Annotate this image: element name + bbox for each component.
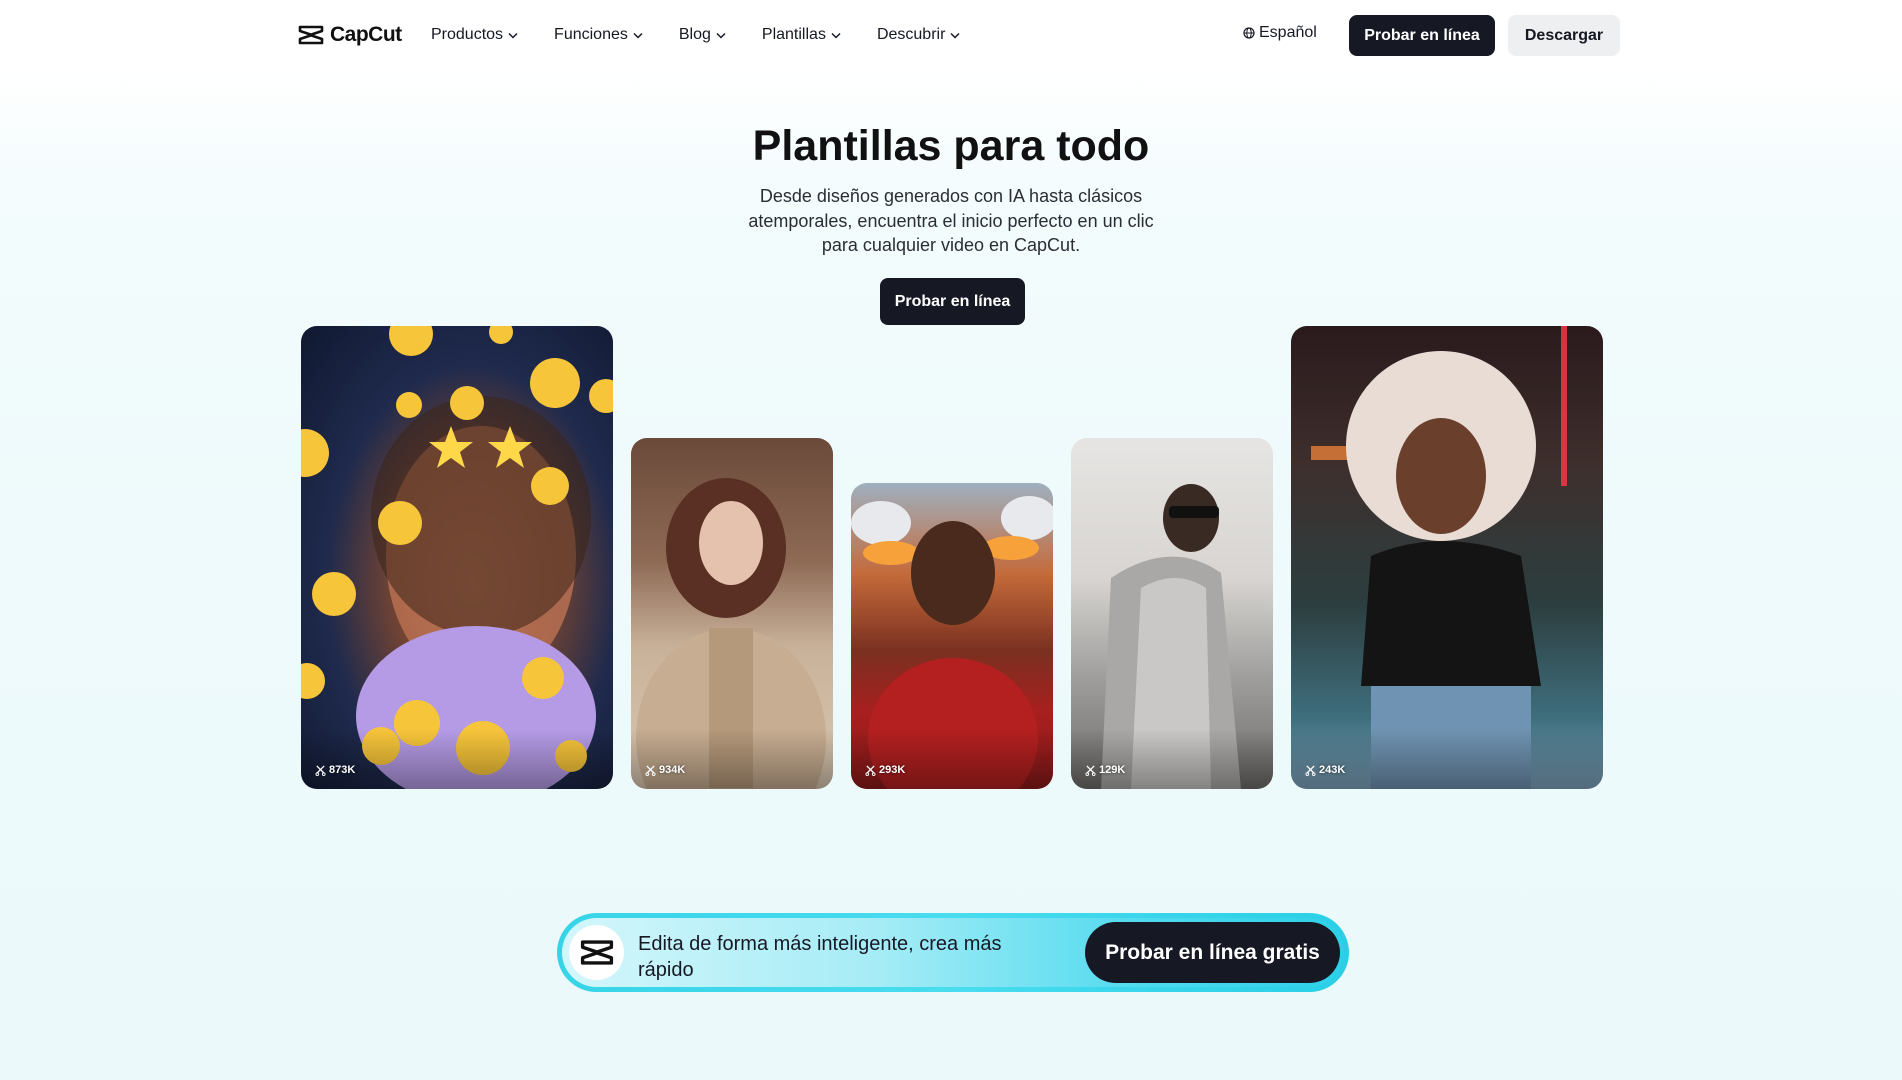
scissors-icon — [1305, 764, 1316, 776]
usage-count-label: 873K — [329, 764, 356, 776]
brand-name: CapCut — [330, 23, 402, 46]
chevron-down-icon — [831, 32, 841, 39]
try-online-free-button[interactable]: Probar en línea gratis — [1085, 922, 1340, 983]
menu-item-label: Blog — [678, 26, 711, 43]
scissors-icon — [1085, 764, 1096, 776]
menu-item-plantillas[interactable]: Plantillas — [762, 26, 841, 44]
template-thumbnail — [1311, 326, 1567, 789]
menu-item-blog[interactable]: Blog — [679, 26, 726, 44]
menu-item-funciones[interactable]: Funciones — [554, 26, 643, 44]
language-label: Español — [1259, 24, 1317, 41]
usage-count-label: 243K — [1319, 764, 1346, 776]
card-shade — [631, 729, 833, 789]
card-shade — [1071, 729, 1273, 789]
template-card-fashion-jacket[interactable]: 129K — [1071, 438, 1273, 789]
language-selector[interactable]: Español — [1243, 24, 1317, 42]
main-menu: Productos Funciones Blog Plantillas Desc… — [431, 0, 996, 70]
try-online-button[interactable]: Probar en línea — [1349, 15, 1495, 56]
template-card-night-portrait[interactable]: 243K — [1291, 326, 1603, 789]
top-navbar: CapCut Productos Funciones Blog Plantill… — [0, 0, 1902, 70]
scissors-icon — [865, 764, 876, 776]
card-shade — [1291, 729, 1603, 789]
template-usage-count: 934K — [645, 764, 685, 776]
chevron-down-icon — [950, 32, 960, 39]
usage-count-label: 934K — [659, 764, 686, 776]
scissors-icon — [645, 764, 656, 776]
template-card-emoji-party[interactable]: 873K — [301, 326, 613, 789]
chevron-down-icon — [633, 32, 643, 39]
hero-try-online-button[interactable]: Probar en línea — [880, 278, 1025, 325]
menu-item-label: Funciones — [554, 26, 628, 43]
globe-icon — [1243, 27, 1255, 39]
capcut-logo-icon — [298, 25, 324, 45]
capcut-logo-badge — [569, 925, 624, 980]
menu-item-label: Plantillas — [761, 26, 826, 43]
template-usage-count: 873K — [315, 764, 355, 776]
card-shade — [301, 729, 613, 789]
usage-count-label: 293K — [879, 764, 906, 776]
capcut-logo[interactable]: CapCut — [298, 22, 402, 48]
chevron-down-icon — [508, 32, 518, 39]
chevron-down-icon — [716, 32, 726, 39]
template-card-renaissance-portrait[interactable]: 934K — [631, 438, 833, 789]
promo-banner: Edita de forma más inteligente, crea más… — [557, 913, 1349, 992]
menu-item-label: Productos — [431, 26, 504, 43]
menu-item-label: Descubrir — [876, 26, 946, 43]
template-usage-count: 129K — [1085, 764, 1125, 776]
template-usage-count: 243K — [1305, 764, 1345, 776]
template-usage-count: 293K — [865, 764, 905, 776]
usage-count-label: 129K — [1099, 764, 1126, 776]
download-button[interactable]: Descargar — [1508, 15, 1620, 56]
card-shade — [851, 729, 1053, 789]
scissors-icon — [315, 764, 326, 776]
template-thumbnail — [301, 326, 613, 789]
page-title: Plantillas para todo — [752, 122, 1150, 170]
menu-item-productos[interactable]: Productos — [431, 26, 518, 44]
promo-banner-text: Edita de forma más inteligente, crea más… — [638, 933, 1002, 981]
promo-banner-inner: Edita de forma más inteligente, crea más… — [562, 918, 1344, 987]
capcut-logo-icon — [580, 940, 613, 965]
menu-item-descubrir[interactable]: Descubrir — [877, 26, 960, 44]
hero-subtitle: Desde diseños generados con IA hasta clá… — [748, 186, 1154, 255]
template-card-fire-eyes[interactable]: 293K — [851, 483, 1053, 789]
